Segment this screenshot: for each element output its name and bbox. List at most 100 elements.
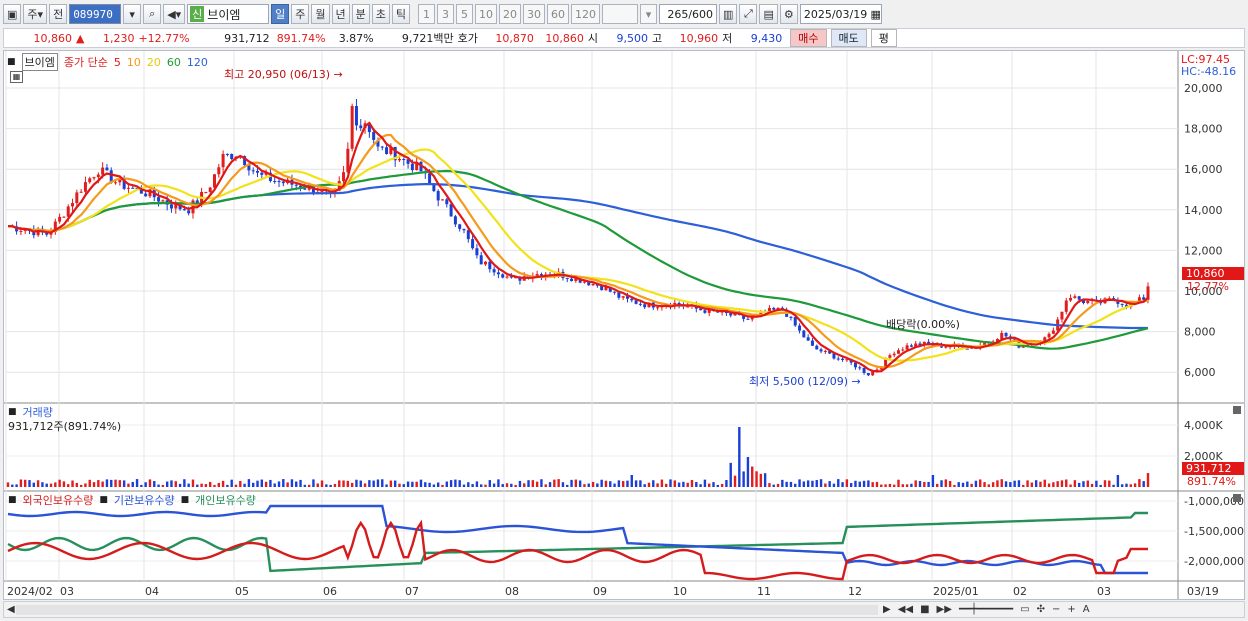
tab-week-label: 주 bbox=[295, 8, 306, 21]
zoom-out-icon[interactable]: − bbox=[1049, 604, 1063, 615]
volume-bar bbox=[295, 481, 298, 487]
interval-20[interactable]: 20 bbox=[499, 4, 522, 24]
close-panel-icon[interactable] bbox=[1233, 494, 1241, 502]
sound-icon[interactable]: ◀▾ bbox=[163, 4, 186, 24]
volume-bar bbox=[28, 480, 31, 487]
tab-year[interactable]: 년 bbox=[331, 4, 350, 24]
forward-icon[interactable]: ▶▶ bbox=[934, 604, 955, 615]
layout-icon[interactable]: ▭ bbox=[1017, 604, 1032, 615]
stock-name-box[interactable]: 신 브이엠 bbox=[187, 4, 270, 24]
volume-bar bbox=[501, 484, 504, 487]
volume-bar bbox=[15, 484, 18, 487]
play-icon[interactable]: ▶ bbox=[880, 604, 894, 615]
stop-icon[interactable]: ■ bbox=[917, 604, 932, 615]
scroll-track[interactable] bbox=[16, 605, 878, 615]
interval-10[interactable]: 10 bbox=[475, 4, 498, 24]
candle-type-icon[interactable]: ▥ bbox=[719, 4, 738, 24]
candle-body bbox=[819, 349, 823, 352]
volume-bar bbox=[122, 480, 126, 487]
window-icon[interactable]: ▣ bbox=[3, 4, 22, 24]
current-price: 10,860 bbox=[33, 31, 73, 45]
candle-body bbox=[380, 146, 384, 148]
x-axis-label: 02 bbox=[1013, 585, 1027, 598]
price-tick-label: 14,000 bbox=[1184, 204, 1223, 217]
data-count-input[interactable]: 265/600 bbox=[659, 4, 718, 24]
volume-bar bbox=[854, 480, 857, 487]
volume-bar bbox=[733, 475, 737, 487]
gear-icon[interactable]: ⚙ bbox=[779, 4, 798, 24]
tab-tick[interactable]: 틱 bbox=[391, 4, 411, 24]
volume-bar bbox=[652, 480, 655, 487]
volume-bar bbox=[996, 480, 999, 487]
eval-button[interactable]: 평 bbox=[870, 29, 897, 47]
prev-button[interactable]: 전 bbox=[49, 4, 68, 24]
interval-30[interactable]: 30 bbox=[523, 4, 546, 24]
interval-60[interactable]: 60 bbox=[547, 4, 570, 24]
volume-bar bbox=[239, 480, 242, 487]
candle-body bbox=[79, 191, 83, 193]
rewind-icon[interactable]: ◀◀ bbox=[895, 604, 916, 615]
tab-month[interactable]: 월 bbox=[311, 4, 330, 24]
ma-legend-prefix: 종가 단순 bbox=[63, 56, 108, 69]
volume-bar bbox=[858, 481, 861, 487]
save-icon[interactable]: ▤ bbox=[759, 4, 778, 24]
volume-bar bbox=[1133, 483, 1137, 487]
search-icon[interactable]: ⌕ bbox=[143, 4, 162, 24]
volume-bar bbox=[45, 483, 48, 487]
volume-bar bbox=[88, 479, 91, 487]
price-tick-label: 12,000 bbox=[1184, 244, 1223, 257]
interval-dropdown-icon[interactable]: ▾ bbox=[640, 4, 658, 24]
volume-bar bbox=[1047, 483, 1051, 487]
candle-body bbox=[862, 367, 866, 373]
calendar-icon[interactable]: ▦ bbox=[870, 8, 880, 21]
sell-button[interactable]: 매도 bbox=[830, 29, 867, 47]
volume-bar bbox=[488, 480, 492, 487]
volume-bar bbox=[794, 483, 797, 487]
volume-bar bbox=[389, 480, 393, 487]
interval-3[interactable]: 3 bbox=[437, 4, 455, 24]
interval-1[interactable]: 1 bbox=[418, 4, 436, 24]
interval-120[interactable]: 120 bbox=[571, 4, 601, 24]
tab-minute[interactable]: 분 bbox=[351, 4, 370, 24]
ma60-label: 60 bbox=[166, 55, 181, 69]
code-dropdown-icon[interactable]: ▾ bbox=[123, 4, 142, 24]
change-arrow-icon: ▲ bbox=[76, 31, 85, 45]
crosshair-icon[interactable]: ✣ bbox=[1034, 604, 1048, 615]
buy-label: 매수 bbox=[798, 32, 819, 45]
compare-icon[interactable]: ⤢ bbox=[739, 4, 758, 24]
zoom-in-icon[interactable]: + bbox=[1064, 604, 1078, 615]
volume-bar bbox=[974, 480, 978, 487]
close-panel-icon[interactable] bbox=[1233, 406, 1241, 414]
interval-5[interactable]: 5 bbox=[456, 4, 474, 24]
table-view-icon[interactable]: ▦ bbox=[10, 71, 23, 83]
candle-body bbox=[703, 310, 707, 313]
current-pct-tag: 12.77% bbox=[1187, 280, 1229, 293]
candle-body bbox=[582, 281, 586, 283]
candle-body bbox=[806, 337, 810, 341]
tab-day[interactable]: 일 bbox=[271, 4, 290, 24]
buy-button[interactable]: 매수 bbox=[790, 29, 827, 47]
volume-bar bbox=[441, 484, 444, 487]
candle-body bbox=[157, 197, 161, 202]
candle-body bbox=[96, 174, 100, 178]
tab-week[interactable]: 주 bbox=[291, 4, 310, 24]
candle-body bbox=[484, 261, 488, 265]
zoom-slider[interactable]: ━━┿━━━━━━ bbox=[956, 604, 1016, 615]
volume-bar bbox=[191, 479, 195, 487]
volume-bar bbox=[6, 482, 10, 487]
volume-bar bbox=[329, 484, 332, 487]
interval-custom-input[interactable] bbox=[602, 4, 639, 24]
candle-body bbox=[88, 178, 92, 183]
stock-code-input[interactable]: 089970 bbox=[69, 4, 122, 24]
tab-second[interactable]: 초 bbox=[371, 4, 390, 24]
candle-body bbox=[1051, 330, 1055, 334]
font-size-icon[interactable]: A bbox=[1080, 604, 1093, 615]
period-main-select[interactable]: 주 ▾ bbox=[23, 4, 48, 24]
candle-body bbox=[746, 318, 750, 320]
volume-bar bbox=[49, 483, 53, 487]
volume-bar bbox=[368, 480, 371, 487]
volume-bar bbox=[587, 483, 590, 487]
price-name-box[interactable]: 브이엠 bbox=[21, 53, 58, 71]
date-input[interactable]: 2025/03/19 ▦ bbox=[799, 4, 882, 24]
candle-body bbox=[810, 340, 814, 346]
